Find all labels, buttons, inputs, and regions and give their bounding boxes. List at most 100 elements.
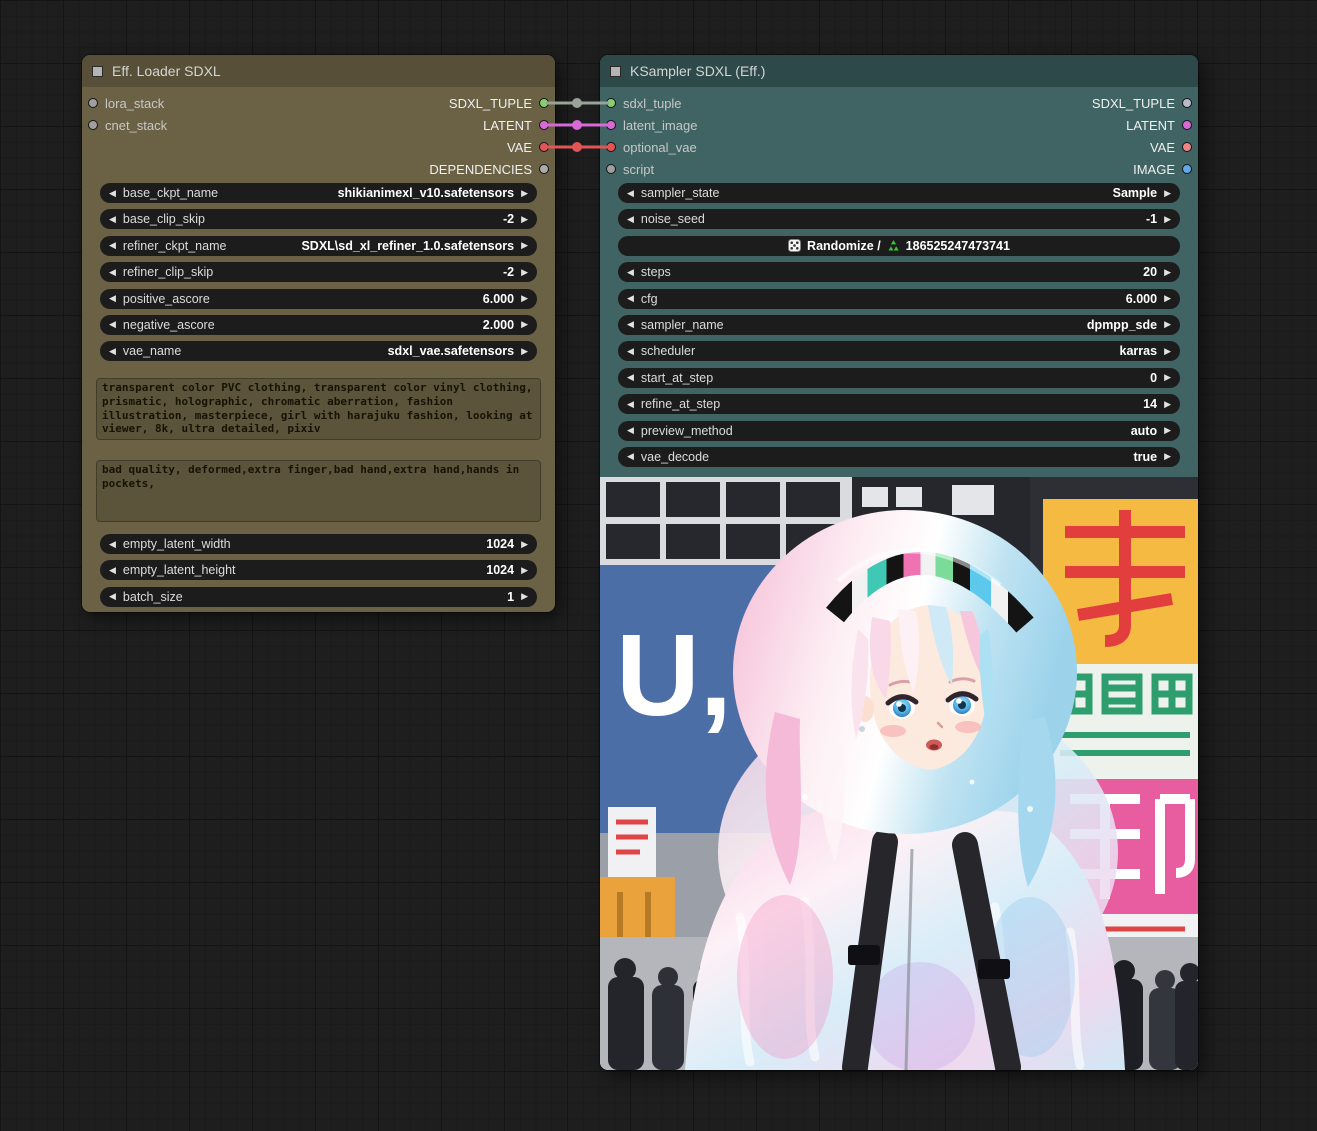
port-dot[interactable]	[539, 142, 549, 152]
collapse-toggle-icon[interactable]	[610, 66, 621, 77]
widget-batch_size[interactable]: batch_size 1	[100, 587, 537, 607]
port-dot[interactable]	[1182, 98, 1192, 108]
output-port-vae[interactable]: VAE	[1150, 139, 1192, 155]
decrement-arrow-icon[interactable]	[627, 189, 634, 198]
widget-preview_method[interactable]: preview_method auto	[618, 421, 1180, 441]
port-dot[interactable]	[539, 98, 549, 108]
decrement-arrow-icon[interactable]	[109, 347, 116, 356]
seed-randomize-button[interactable]: Randomize / 186525247473741	[618, 236, 1180, 256]
decrement-arrow-icon[interactable]	[109, 294, 116, 303]
preview-image[interactable]: U,K	[600, 477, 1198, 1070]
increment-arrow-icon[interactable]	[521, 215, 528, 224]
increment-arrow-icon[interactable]	[521, 189, 528, 198]
port-dot[interactable]	[88, 120, 98, 130]
widget-sampler_state[interactable]: sampler_state Sample	[618, 183, 1180, 203]
port-dot[interactable]	[606, 164, 616, 174]
input-port-lora_stack[interactable]: lora_stack	[88, 95, 164, 111]
node-header[interactable]: KSampler SDXL (Eff.)	[600, 55, 1198, 87]
increment-arrow-icon[interactable]	[1164, 347, 1171, 356]
output-port-vae[interactable]: VAE	[507, 139, 549, 155]
widget-refiner_clip_skip[interactable]: refiner_clip_skip -2	[100, 262, 537, 282]
collapse-toggle-icon[interactable]	[92, 66, 103, 77]
input-port-latent_image[interactable]: latent_image	[606, 117, 697, 133]
negative-prompt-textarea[interactable]: bad quality, deformed,extra finger,bad h…	[96, 460, 541, 522]
decrement-arrow-icon[interactable]	[109, 540, 116, 549]
output-port-latent[interactable]: LATENT	[483, 117, 549, 133]
decrement-arrow-icon[interactable]	[109, 189, 116, 198]
port-dot[interactable]	[1182, 164, 1192, 174]
increment-arrow-icon[interactable]	[1164, 426, 1171, 435]
increment-arrow-icon[interactable]	[521, 566, 528, 575]
increment-arrow-icon[interactable]	[1164, 215, 1171, 224]
output-port-dependencies[interactable]: DEPENDENCIES	[429, 161, 549, 177]
widget-scheduler[interactable]: scheduler karras	[618, 341, 1180, 361]
port-dot[interactable]	[539, 164, 549, 174]
input-port-optional_vae[interactable]: optional_vae	[606, 139, 697, 155]
widget-positive_ascore[interactable]: positive_ascore 6.000	[100, 289, 537, 309]
decrement-arrow-icon[interactable]	[109, 241, 116, 250]
widget-vae_decode[interactable]: vae_decode true	[618, 447, 1180, 467]
widget-value: karras	[1120, 344, 1158, 358]
decrement-arrow-icon[interactable]	[109, 268, 116, 277]
positive-prompt-textarea[interactable]: transparent color PVC clothing, transpar…	[96, 378, 541, 440]
widget-refiner_ckpt_name[interactable]: refiner_ckpt_name SDXL\sd_xl_refiner_1.0…	[100, 236, 537, 256]
widget-sampler_name[interactable]: sampler_name dpmpp_sde	[618, 315, 1180, 335]
increment-arrow-icon[interactable]	[1164, 400, 1171, 409]
increment-arrow-icon[interactable]	[521, 268, 528, 277]
port-dot[interactable]	[88, 98, 98, 108]
increment-arrow-icon[interactable]	[1164, 294, 1171, 303]
node-graph-canvas[interactable]: Eff. Loader SDXL lora_stack cnet_stack S…	[0, 0, 1317, 1131]
decrement-arrow-icon[interactable]	[109, 215, 116, 224]
increment-arrow-icon[interactable]	[1164, 373, 1171, 382]
decrement-arrow-icon[interactable]	[627, 294, 634, 303]
port-dot[interactable]	[606, 142, 616, 152]
increment-arrow-icon[interactable]	[521, 320, 528, 329]
input-port-sdxl_tuple[interactable]: sdxl_tuple	[606, 95, 682, 111]
increment-arrow-icon[interactable]	[1164, 320, 1171, 329]
decrement-arrow-icon[interactable]	[627, 347, 634, 356]
port-dot[interactable]	[606, 120, 616, 130]
node-eff-loader-sdxl[interactable]: Eff. Loader SDXL lora_stack cnet_stack S…	[82, 55, 555, 612]
output-port-sdxl-tuple[interactable]: SDXL_TUPLE	[449, 95, 549, 111]
decrement-arrow-icon[interactable]	[627, 452, 634, 461]
input-port-script[interactable]: script	[606, 161, 654, 177]
decrement-arrow-icon[interactable]	[109, 320, 116, 329]
widget-empty_latent_height[interactable]: empty_latent_height 1024	[100, 560, 537, 580]
decrement-arrow-icon[interactable]	[109, 592, 116, 601]
port-dot[interactable]	[1182, 142, 1192, 152]
increment-arrow-icon[interactable]	[521, 540, 528, 549]
decrement-arrow-icon[interactable]	[627, 320, 634, 329]
widget-cfg[interactable]: cfg 6.000	[618, 289, 1180, 309]
output-port-latent[interactable]: LATENT	[1126, 117, 1192, 133]
decrement-arrow-icon[interactable]	[109, 566, 116, 575]
increment-arrow-icon[interactable]	[1164, 268, 1171, 277]
widget-vae_name[interactable]: vae_name sdxl_vae.safetensors	[100, 341, 537, 361]
increment-arrow-icon[interactable]	[521, 347, 528, 356]
widget-noise_seed[interactable]: noise_seed -1	[618, 209, 1180, 229]
widget-start_at_step[interactable]: start_at_step 0	[618, 368, 1180, 388]
decrement-arrow-icon[interactable]	[627, 400, 634, 409]
widget-negative_ascore[interactable]: negative_ascore 2.000	[100, 315, 537, 335]
port-dot[interactable]	[606, 98, 616, 108]
increment-arrow-icon[interactable]	[521, 294, 528, 303]
input-port-cnet_stack[interactable]: cnet_stack	[88, 117, 167, 133]
widget-empty_latent_width[interactable]: empty_latent_width 1024	[100, 534, 537, 554]
widget-base_ckpt_name[interactable]: base_ckpt_name shikianimexl_v10.safetens…	[100, 183, 537, 203]
output-port-image[interactable]: IMAGE	[1133, 161, 1192, 177]
decrement-arrow-icon[interactable]	[627, 373, 634, 382]
output-port-sdxl-tuple[interactable]: SDXL_TUPLE	[1092, 95, 1192, 111]
port-dot[interactable]	[1182, 120, 1192, 130]
node-ksampler-sdxl[interactable]: KSampler SDXL (Eff.) sdxl_tuple latent_i…	[600, 55, 1198, 1070]
widget-base_clip_skip[interactable]: base_clip_skip -2	[100, 209, 537, 229]
increment-arrow-icon[interactable]	[521, 592, 528, 601]
decrement-arrow-icon[interactable]	[627, 268, 634, 277]
widget-steps[interactable]: steps 20	[618, 262, 1180, 282]
decrement-arrow-icon[interactable]	[627, 426, 634, 435]
widget-refine_at_step[interactable]: refine_at_step 14	[618, 394, 1180, 414]
port-dot[interactable]	[539, 120, 549, 130]
increment-arrow-icon[interactable]	[1164, 452, 1171, 461]
increment-arrow-icon[interactable]	[1164, 189, 1171, 198]
node-header[interactable]: Eff. Loader SDXL	[82, 55, 555, 87]
increment-arrow-icon[interactable]	[521, 241, 528, 250]
decrement-arrow-icon[interactable]	[627, 215, 634, 224]
